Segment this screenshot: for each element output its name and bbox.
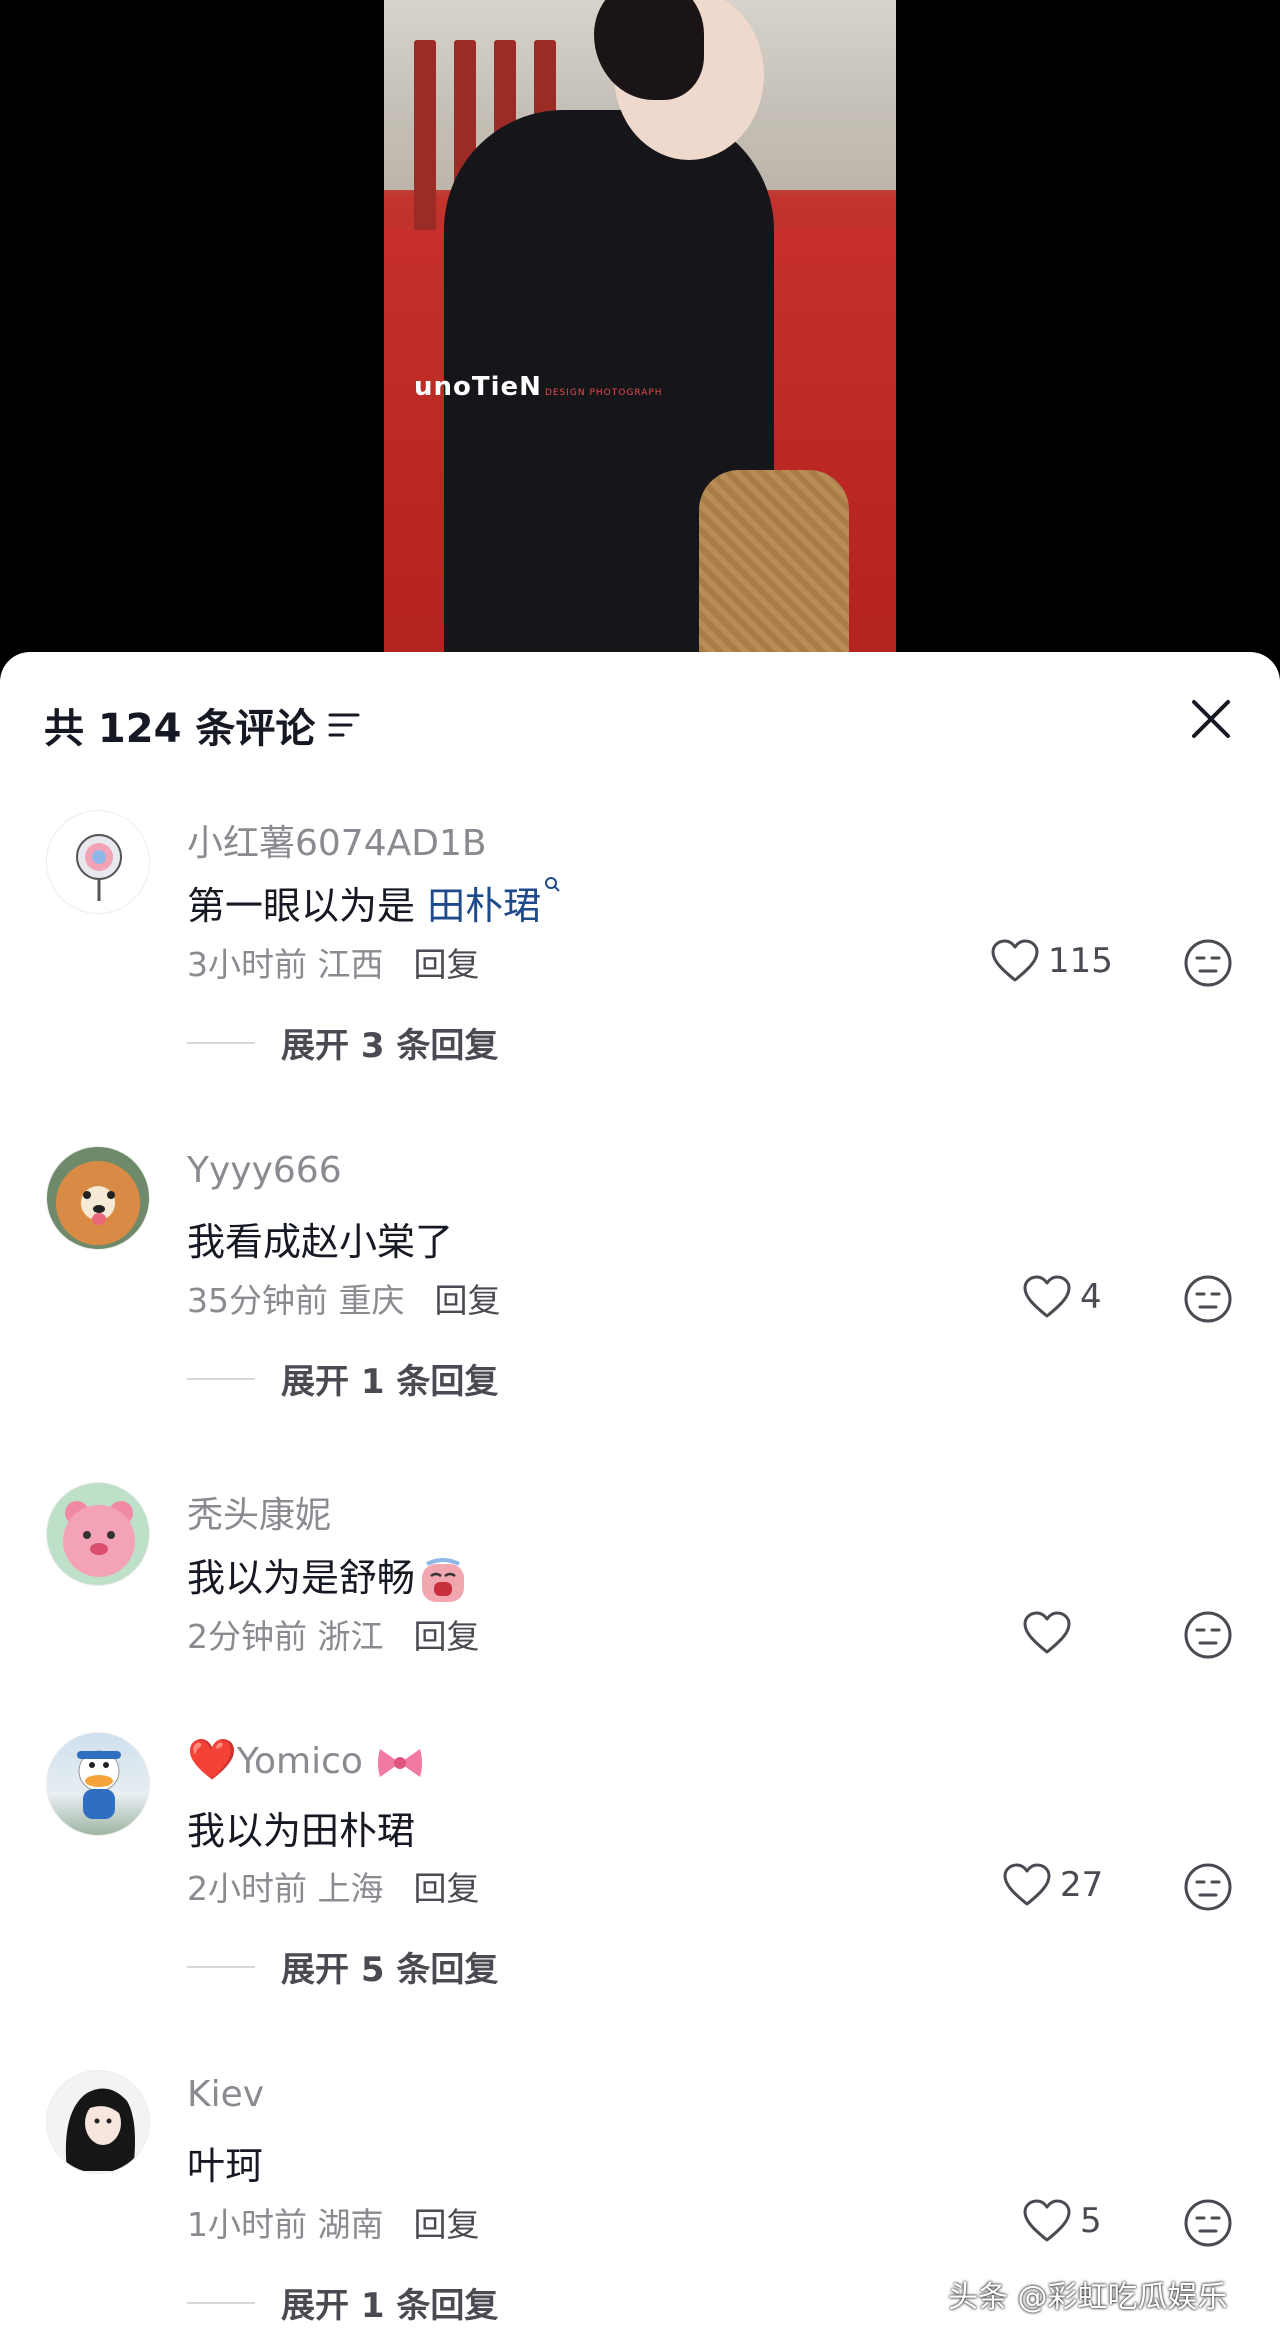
shiba-dog-avatar[interactable] (46, 1146, 150, 1250)
like-count: 4 (1080, 1277, 1102, 1317)
like-count: 115 (1048, 941, 1113, 981)
expand-replies-button[interactable]: 展开 1 条回复 (187, 1354, 498, 1403)
heart-icon (1023, 1611, 1071, 1654)
expand-replies-button[interactable]: 展开 1 条回复 (187, 2278, 498, 2327)
pink-bear-avatar[interactable] (46, 1482, 150, 1586)
like-button[interactable]: 4 (1022, 1274, 1102, 1320)
comment-text: 我以为是舒畅 (187, 1547, 467, 1604)
divider-line (187, 1041, 255, 1044)
comment-meta: 2小时前 上海 回复 (187, 1869, 480, 1908)
expand-replies-button[interactable]: 展开 3 条回复 (187, 1018, 498, 1067)
comment-count-title[interactable]: 共 124 条评论 (44, 696, 361, 754)
close-icon[interactable] (1188, 696, 1234, 742)
comment-username[interactable]: Yyyy666 (187, 1150, 342, 1191)
highlight-link[interactable]: 田朴珺 (427, 884, 541, 928)
dislike-face-icon[interactable] (1183, 1610, 1233, 1660)
comment-count-label: 共 124 条评论 (44, 706, 316, 752)
reply-button[interactable]: 回复 (435, 1281, 501, 1320)
reply-button[interactable]: 回复 (414, 1617, 480, 1656)
video-straw-bag (699, 470, 849, 660)
video-watermark: unoTieN DESIGN PHOTOGRAPH (414, 372, 663, 402)
reply-button[interactable]: 回复 (414, 945, 480, 984)
reply-button[interactable]: 回复 (414, 2205, 480, 2244)
like-button[interactable]: 115 (990, 938, 1113, 984)
comment-meta: 35分钟前 重庆 回复 (187, 1281, 501, 1320)
heart-icon (1023, 2199, 1071, 2242)
search-icon[interactable] (543, 875, 561, 897)
comment-meta: 3小时前 江西 回复 (187, 945, 480, 984)
like-button[interactable]: 5 (1022, 2198, 1102, 2244)
like-button[interactable] (1022, 1610, 1080, 1656)
video-frame: unoTieN DESIGN PHOTOGRAPH (384, 0, 896, 660)
lollipop-avatar[interactable] (46, 810, 150, 914)
comment-username[interactable]: 小红薯6074AD1B (187, 814, 487, 866)
bow-emoji (378, 1749, 423, 1777)
video-pillar (414, 40, 436, 240)
heart-icon (1003, 1863, 1051, 1906)
dislike-face-icon[interactable] (1183, 1274, 1233, 1324)
like-button[interactable]: 27 (1002, 1862, 1103, 1908)
dislike-face-icon[interactable] (1183, 1862, 1233, 1912)
comment-text: 叶珂 (187, 2144, 264, 2188)
divider-line (187, 1965, 255, 1968)
expand-replies-button[interactable]: 展开 5 条回复 (187, 1942, 498, 1991)
comment-meta: 2分钟前 浙江 回复 (187, 1617, 480, 1656)
dislike-face-icon[interactable] (1183, 938, 1233, 988)
comment-text: 我以为田朴珺 (187, 1809, 416, 1853)
source-watermark: 头条 @彩虹吃瓜娱乐 (948, 2280, 1228, 2315)
dislike-face-icon[interactable] (1183, 2198, 1233, 2248)
heart-emoji: ❤️ (187, 1737, 237, 1783)
comment-meta: 1小时前 湖南 回复 (187, 2205, 480, 2244)
reply-button[interactable]: 回复 (414, 1869, 480, 1908)
sort-lines-icon[interactable] (327, 710, 361, 740)
heart-icon (991, 939, 1039, 982)
divider-line (187, 2301, 255, 2304)
video-player[interactable]: unoTieN DESIGN PHOTOGRAPH (0, 0, 1280, 680)
like-count: 5 (1080, 2201, 1102, 2241)
heart-icon (1023, 1275, 1071, 1318)
comment-sheet-header: 共 124 条评论 (0, 652, 1280, 782)
crying-face-emoji (422, 1557, 465, 1602)
comment-text: 我看成赵小棠了 (187, 1220, 454, 1264)
comment-username[interactable]: 秃头康妮 (187, 1486, 331, 1538)
comment-text: 第一眼以为是 田朴珺 (187, 875, 561, 930)
divider-line (187, 1377, 255, 1380)
anime-girl-avatar[interactable] (46, 2070, 150, 2174)
comment-username[interactable]: ❤️Yomico (187, 1736, 426, 1783)
comment-username[interactable]: Kiev (187, 2074, 264, 2115)
like-count: 27 (1060, 1865, 1104, 1905)
donald-duck-avatar[interactable] (46, 1732, 150, 1836)
